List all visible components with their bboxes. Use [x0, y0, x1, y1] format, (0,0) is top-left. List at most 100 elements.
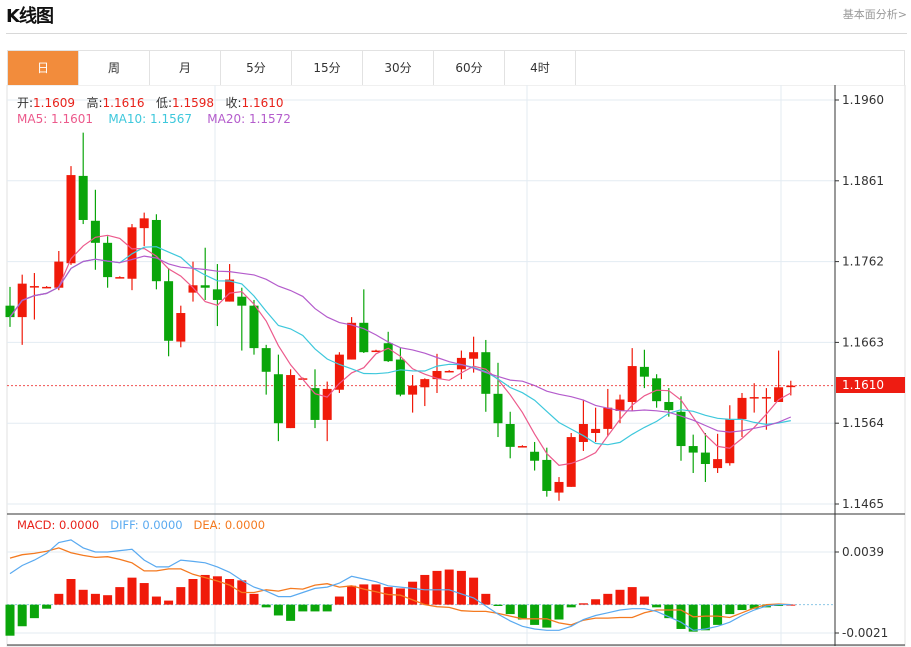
candle-up — [517, 446, 527, 448]
candle-down — [78, 175, 88, 220]
macd-bar-positive — [578, 603, 588, 605]
tab-month[interactable]: 月 — [150, 51, 221, 85]
candle-up — [176, 313, 186, 342]
candle-up — [737, 397, 747, 420]
macd-bar-negative — [505, 604, 515, 615]
macd-legend: MACD: 0.0000 DIFF: 0.0000 DEA: 0.0000 — [17, 518, 265, 532]
macd-bar-negative — [286, 604, 296, 621]
y-tick-label: 1.1564 — [842, 416, 884, 430]
macd-bar-negative — [725, 604, 735, 615]
ma10-legend: MA10: 1.1567 — [108, 112, 192, 126]
macd-bar-positive — [456, 570, 466, 605]
macd-y-tick-label: 0.0039 — [842, 545, 884, 559]
candle-up — [66, 175, 76, 264]
macd-bar-positive — [164, 600, 174, 605]
candle-down — [493, 393, 503, 424]
macd-bar-positive — [54, 593, 64, 605]
y-tick-label: 1.1663 — [842, 335, 884, 349]
y-tick-label: 1.1762 — [842, 255, 884, 269]
candle-up — [627, 366, 637, 402]
candle-up — [408, 385, 418, 395]
candle-up — [139, 218, 149, 229]
period-tabs: 日 周 月 5分 15分 30分 60分 4时 — [7, 50, 905, 85]
chart-frame — [6, 85, 906, 647]
candle-down — [212, 289, 222, 300]
macd-bar-negative — [664, 604, 674, 619]
candle-up — [127, 227, 137, 279]
candle-down — [200, 285, 210, 288]
tab-15min[interactable]: 15分 — [292, 51, 363, 85]
macd-bar-positive — [591, 599, 601, 605]
macd-bar-positive — [115, 587, 125, 605]
tab-week[interactable]: 周 — [79, 51, 150, 85]
macd-bar-positive — [90, 593, 100, 605]
ma5-legend: MA5: 1.1601 — [17, 112, 94, 126]
macd-bar-negative — [17, 604, 27, 627]
page-title: K线图 — [6, 6, 54, 27]
dea-legend-value: DEA: 0.0000 — [193, 518, 266, 532]
fundamental-analysis-link[interactable]: 基本面分析> — [843, 6, 907, 22]
ohlc-legend: 开:1.1609 高:1.1616 低:1.1598 收:1.1610 — [17, 94, 284, 111]
macd-bar-negative — [298, 604, 308, 612]
low-value: 1.1598 — [172, 96, 215, 110]
macd-bar-negative — [713, 604, 723, 625]
y-tick-label: 1.1861 — [842, 174, 884, 188]
kline-chart[interactable]: 1.1960 1.1861 1.1762 1.1663 1.1564 1.1465 0.00… — [0, 85, 911, 647]
macd-bar-positive — [66, 579, 76, 605]
diff-legend-value: DIFF: 0.0000 — [110, 518, 183, 532]
low-label: 低: — [156, 96, 173, 110]
candle-up — [603, 407, 613, 429]
tab-5min[interactable]: 5分 — [221, 51, 292, 85]
tab-30min[interactable]: 30分 — [363, 51, 434, 85]
macd-bar-positive — [432, 570, 442, 605]
tab-day[interactable]: 日 — [8, 51, 79, 85]
dea-line — [9, 547, 791, 626]
macd-bar-positive — [347, 585, 357, 605]
candle-up — [725, 419, 735, 464]
candle-down — [237, 296, 247, 306]
candle-down — [383, 343, 393, 362]
ma-legend: MA5: 1.1601 MA10: 1.1567 MA20: 1.1572 — [17, 112, 291, 126]
candle-up — [786, 385, 796, 388]
candle-down — [530, 451, 540, 461]
macd-bar-positive — [176, 587, 186, 605]
candle-up — [444, 370, 454, 373]
macd-bar-positive — [359, 584, 369, 605]
candle-down — [542, 459, 552, 491]
macd-bar-positive — [200, 574, 210, 605]
candle-up — [591, 428, 601, 433]
ma10-line — [9, 246, 791, 446]
macd-bar-positive — [334, 596, 344, 605]
tab-4hour[interactable]: 4时 — [505, 51, 576, 85]
macd-bar-positive — [139, 583, 149, 605]
tab-60min[interactable]: 60分 — [434, 51, 505, 85]
candle-up — [334, 354, 344, 390]
diff-line — [9, 539, 791, 631]
macd-bar-negative — [676, 604, 686, 629]
ma20-line — [9, 255, 792, 433]
macd-bar-negative — [517, 604, 527, 620]
macd-bar-positive — [78, 589, 88, 605]
macd-bar-negative — [322, 604, 332, 612]
macd-bar-negative — [737, 604, 747, 611]
macd-bar-negative — [530, 604, 540, 625]
high-label: 高: — [86, 96, 103, 110]
macd-bar-positive — [103, 595, 113, 605]
candle-down — [151, 219, 161, 282]
macd-bar-positive — [444, 569, 454, 605]
candle-up — [347, 322, 357, 360]
candle-up — [615, 399, 625, 411]
candle-up — [42, 286, 52, 289]
macd-bar-negative — [42, 604, 52, 609]
candle-down — [639, 366, 649, 377]
macd-bar-positive — [188, 579, 198, 605]
macd-bar-negative — [261, 604, 271, 608]
candle-down — [688, 446, 698, 453]
open-label: 开: — [17, 96, 34, 110]
macd-bar-negative — [5, 604, 15, 636]
close-label: 收: — [225, 96, 242, 110]
macd-y-tick-label: -0.0021 — [842, 626, 888, 640]
macd-bar-positive — [615, 589, 625, 605]
macd-legend-value: MACD: 0.0000 — [17, 518, 100, 532]
macd-bar-negative — [493, 604, 503, 606]
